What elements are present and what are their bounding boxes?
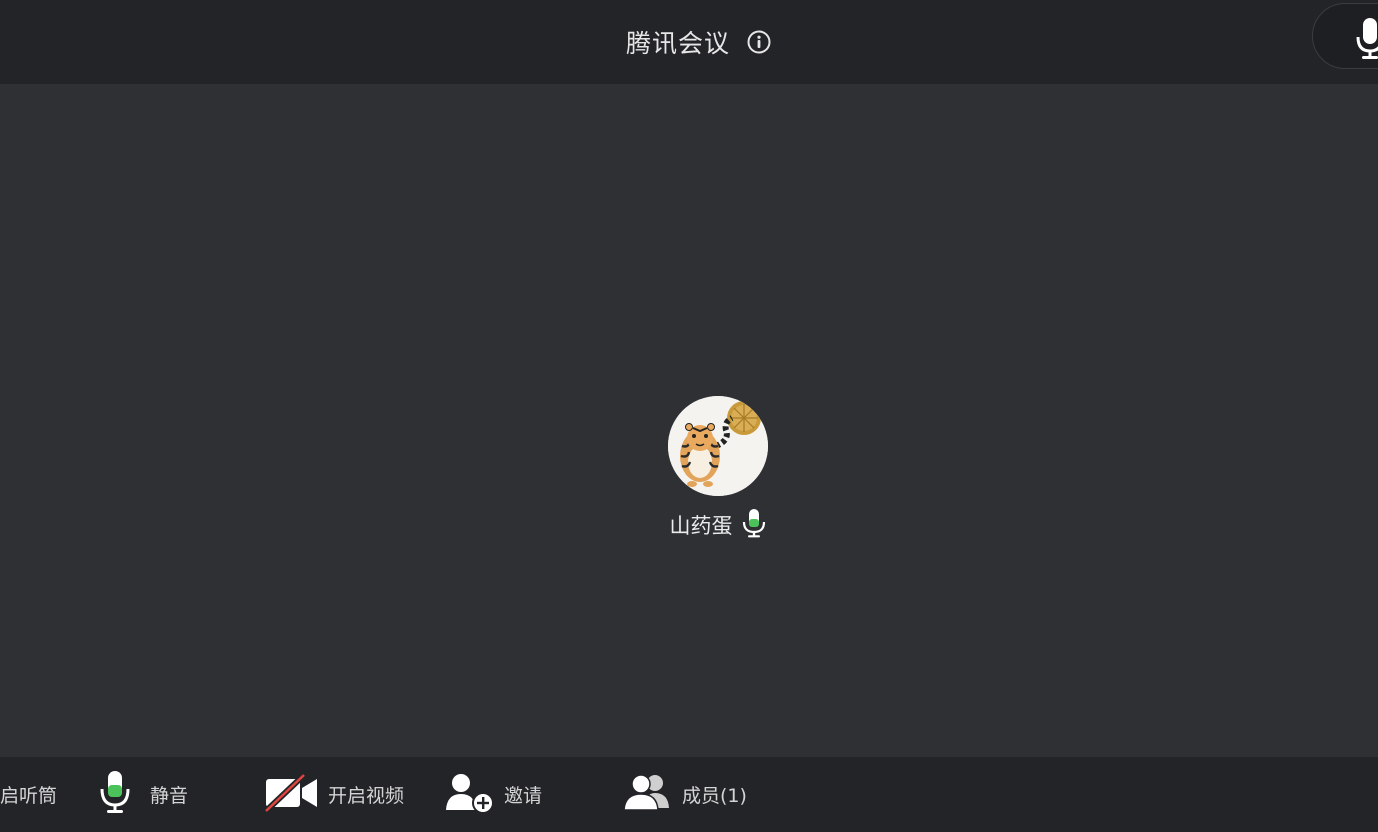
top-bar: 腾讯会议 <box>0 0 1378 84</box>
members-label: 成员(1) <box>682 785 747 807</box>
invite-button[interactable]: 邀请 <box>444 757 542 832</box>
add-user-icon <box>444 772 496 818</box>
info-icon[interactable] <box>746 29 772 55</box>
meeting-window: 腾讯会议 山药蛋 启听筒 静音 开启视频 邀请 成员(1) <box>0 0 1378 832</box>
speaker-button[interactable]: 启听筒 <box>0 757 57 832</box>
meeting-title: 腾讯会议 <box>625 29 730 58</box>
mute-label: 静音 <box>150 785 189 807</box>
participant-name: 山药蛋 <box>669 514 733 538</box>
participant-tile[interactable]: 山药蛋 <box>640 396 796 542</box>
microphone-icon <box>1356 18 1378 59</box>
tiger-avatar <box>668 396 768 496</box>
members-icon <box>622 772 672 818</box>
members-button[interactable]: 成员(1) <box>622 757 747 832</box>
video-off-icon <box>263 772 320 817</box>
speaker-label: 启听筒 <box>0 785 58 807</box>
microphone-icon <box>98 769 132 821</box>
microphone-active-icon <box>741 508 767 542</box>
title-area: 腾讯会议 <box>0 0 1378 84</box>
start-video-label: 开启视频 <box>328 785 405 807</box>
mute-button[interactable]: 静音 <box>98 757 188 832</box>
mic-toggle-button[interactable] <box>1312 3 1378 69</box>
video-stage: 山药蛋 <box>0 84 1378 757</box>
start-video-button[interactable]: 开启视频 <box>263 757 405 832</box>
participant-name-row: 山药蛋 <box>670 508 767 542</box>
bottom-toolbar: 启听筒 静音 开启视频 邀请 成员(1) <box>0 757 1378 832</box>
invite-label: 邀请 <box>504 785 543 807</box>
